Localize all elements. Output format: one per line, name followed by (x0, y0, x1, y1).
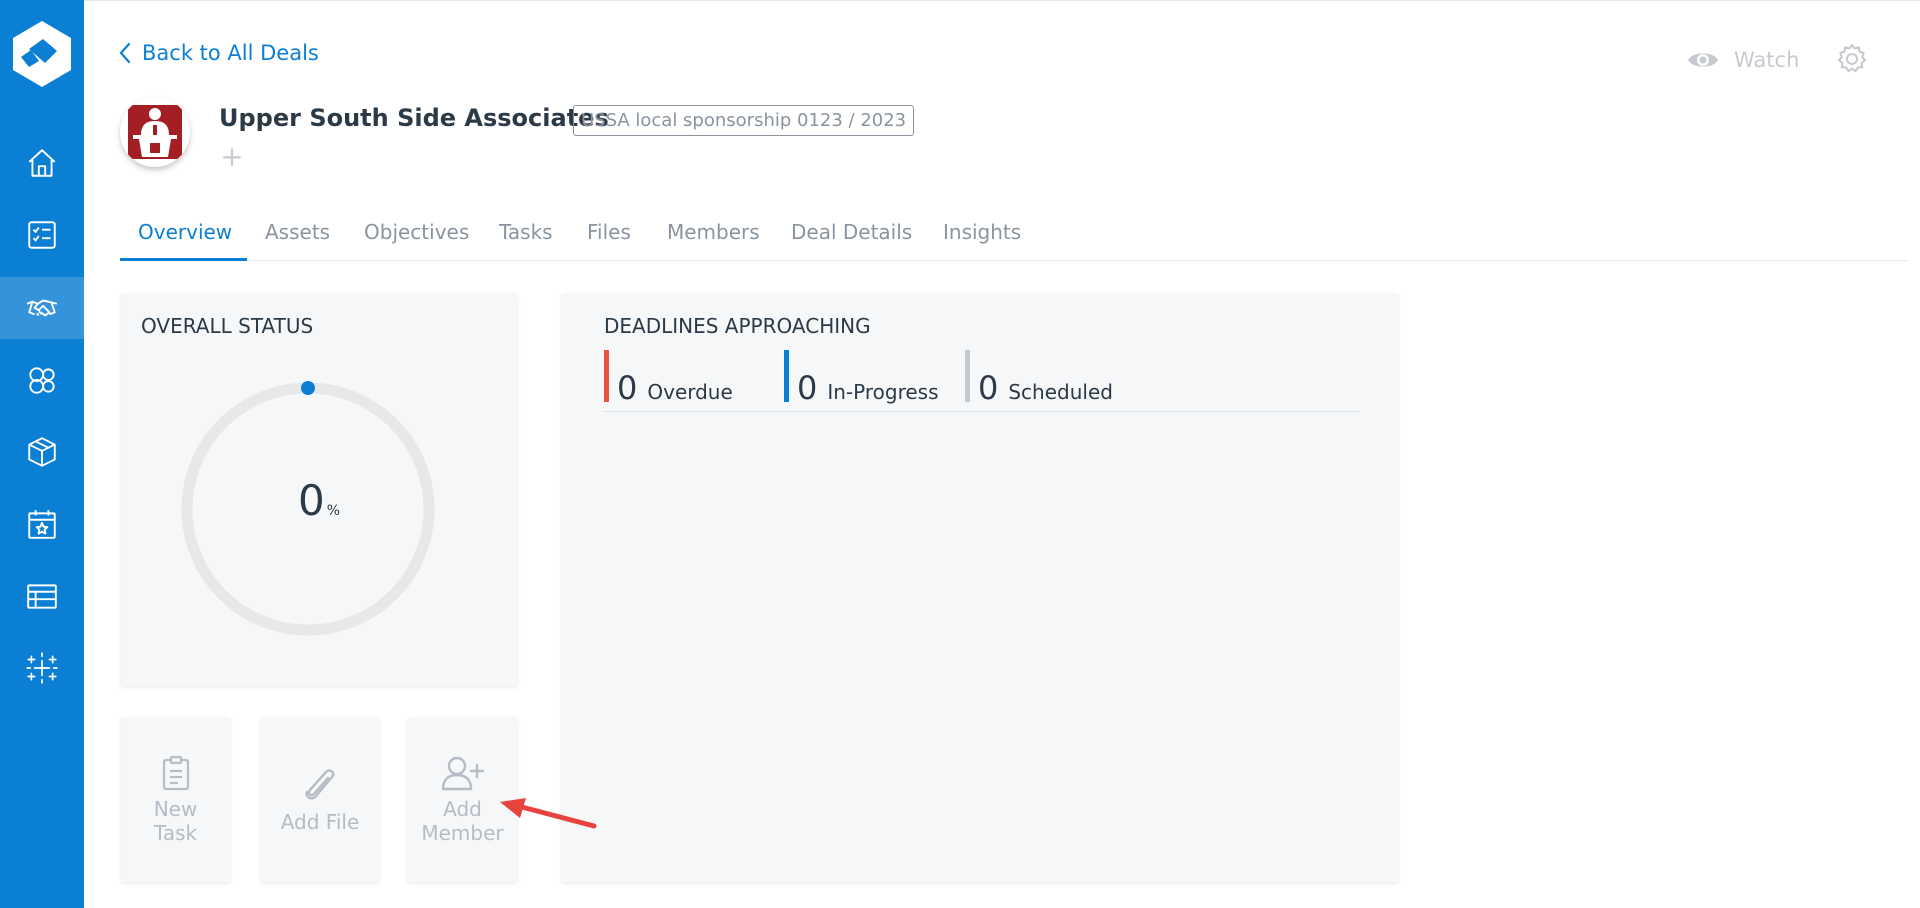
back-link-label: Back to All Deals (142, 41, 319, 65)
sidebar-item-insights[interactable] (0, 637, 84, 699)
handshake-icon (26, 299, 58, 317)
deadline-in-progress[interactable]: 0 In-Progress (784, 350, 939, 404)
eye-icon (1688, 53, 1718, 67)
sidebar-item-home[interactable] (0, 132, 84, 194)
overdue-indicator (604, 350, 609, 402)
people-icon (29, 367, 55, 394)
chevron-left-icon (119, 42, 131, 64)
tab-overview[interactable]: Overview (138, 220, 232, 260)
sidebar-item-calendar[interactable] (0, 493, 84, 555)
sidebar-item-reports[interactable] (0, 565, 84, 627)
scheduled-label: Scheduled (1008, 380, 1113, 404)
deal-tag[interactable]: USSA local sponsorship 0123 / 2023 (573, 105, 915, 136)
tab-objectives[interactable]: Objectives (364, 220, 469, 260)
back-to-deals-link[interactable]: Back to All Deals (118, 38, 319, 68)
deadline-summary: 0 Overdue 0 In-Progress 0 Scheduled (604, 350, 1360, 412)
home-icon (28, 149, 56, 177)
watch-button[interactable]: Watch (1686, 44, 1799, 76)
tab-assets[interactable]: Assets (265, 220, 330, 260)
add-member-label-line2: Member (421, 821, 504, 845)
deadlines-card: DEADLINES APPROACHING 0 Overdue 0 In-Pro… (562, 294, 1398, 882)
tab-deal-details[interactable]: Deal Details (791, 220, 912, 260)
sidebar-item-contacts[interactable] (0, 349, 84, 411)
status-unit: % (326, 503, 341, 519)
app-logo-icon[interactable] (7, 19, 77, 89)
active-tab-indicator (120, 258, 247, 261)
scheduled-indicator (965, 350, 970, 402)
new-task-button[interactable]: New Task (121, 718, 230, 882)
sparkle-icon (26, 652, 58, 684)
add-file-label: Add File (280, 810, 360, 834)
overall-status-title: OVERALL STATUS (141, 314, 314, 338)
deal-tabs: Overview Assets Objectives Tasks Files M… (120, 216, 1908, 261)
deadline-overdue[interactable]: 0 Overdue (604, 350, 733, 404)
add-file-button[interactable]: Add File (261, 718, 379, 882)
sidebar-item-tasks[interactable] (0, 204, 84, 266)
watch-label: Watch (1734, 48, 1800, 72)
task-list-icon (28, 221, 56, 249)
table-icon (27, 584, 57, 609)
add-user-icon (441, 756, 484, 791)
in-progress-count: 0 (797, 369, 818, 407)
add-tag-button[interactable]: + (220, 143, 244, 171)
in-progress-indicator (784, 350, 789, 402)
clipboard-icon (162, 755, 189, 791)
speaker-podium-icon (128, 105, 182, 159)
paperclip-icon (305, 769, 335, 800)
add-member-label-line1: Add (443, 797, 482, 821)
in-progress-label: In-Progress (827, 380, 939, 404)
overdue-count: 0 (617, 369, 638, 407)
deadline-scheduled[interactable]: 0 Scheduled (965, 350, 1113, 404)
tab-members[interactable]: Members (667, 220, 760, 260)
deadlines-title: DEADLINES APPROACHING (604, 314, 871, 338)
sidebar (0, 0, 84, 908)
deal-avatar (120, 97, 190, 167)
scheduled-count: 0 (978, 369, 999, 407)
gear-icon[interactable] (1836, 43, 1868, 75)
top-border (0, 0, 1920, 1)
tab-insights[interactable]: Insights (943, 220, 1021, 260)
new-task-label-line2: Task (153, 821, 198, 845)
new-task-label-line1: New (153, 797, 198, 821)
tab-tasks[interactable]: Tasks (499, 220, 553, 260)
tab-files[interactable]: Files (587, 220, 631, 260)
annotation-arrow-icon (500, 798, 597, 829)
overdue-label: Overdue (647, 380, 733, 404)
deal-title: Upper South Side Associates (219, 104, 609, 132)
overall-status-card: OVERALL STATUS 0% (121, 294, 517, 686)
status-value: 0 (297, 476, 325, 525)
sidebar-item-deals[interactable] (0, 277, 84, 339)
box-icon (28, 437, 56, 467)
sidebar-item-assets[interactable] (0, 421, 84, 483)
status-percentage: 0% (121, 476, 517, 525)
calendar-star-icon (28, 510, 56, 539)
